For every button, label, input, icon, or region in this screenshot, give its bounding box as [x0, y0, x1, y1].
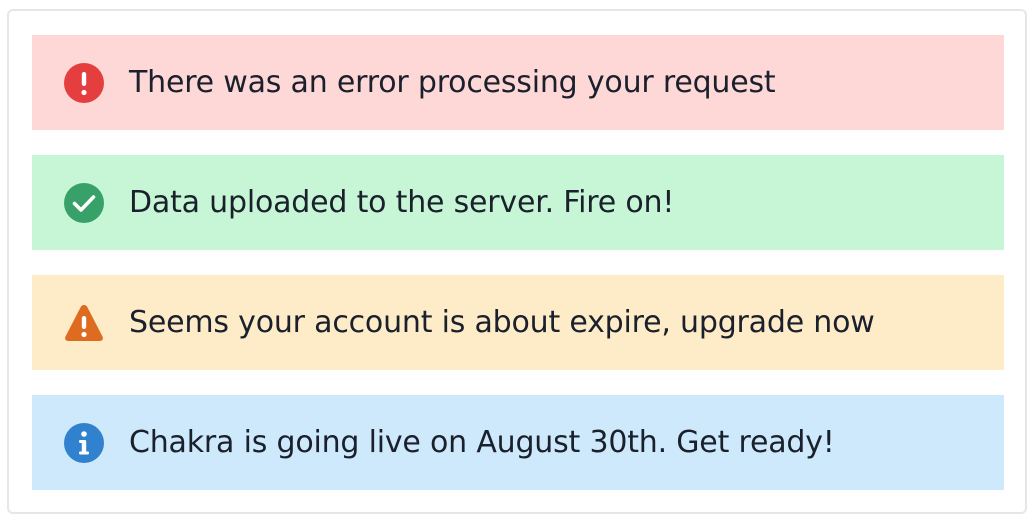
info-alert: Chakra is going live on August 30th. Get… — [32, 395, 1004, 490]
info-alert-message: Chakra is going live on August 30th. Get… — [129, 424, 835, 460]
warning-alert: Seems your account is about expire, upgr… — [32, 275, 1004, 370]
warning-alert-message: Seems your account is about expire, upgr… — [129, 304, 875, 340]
error-exclamation-icon — [64, 62, 104, 103]
success-alert: Data uploaded to the server. Fire on! — [32, 155, 1004, 250]
info-circle-icon — [64, 422, 104, 463]
success-alert-message: Data uploaded to the server. Fire on! — [129, 184, 675, 220]
error-alert-message: There was an error processing your reque… — [129, 64, 776, 100]
error-alert: There was an error processing your reque… — [32, 35, 1004, 130]
check-circle-icon — [64, 182, 104, 223]
warning-triangle-icon — [64, 303, 104, 343]
